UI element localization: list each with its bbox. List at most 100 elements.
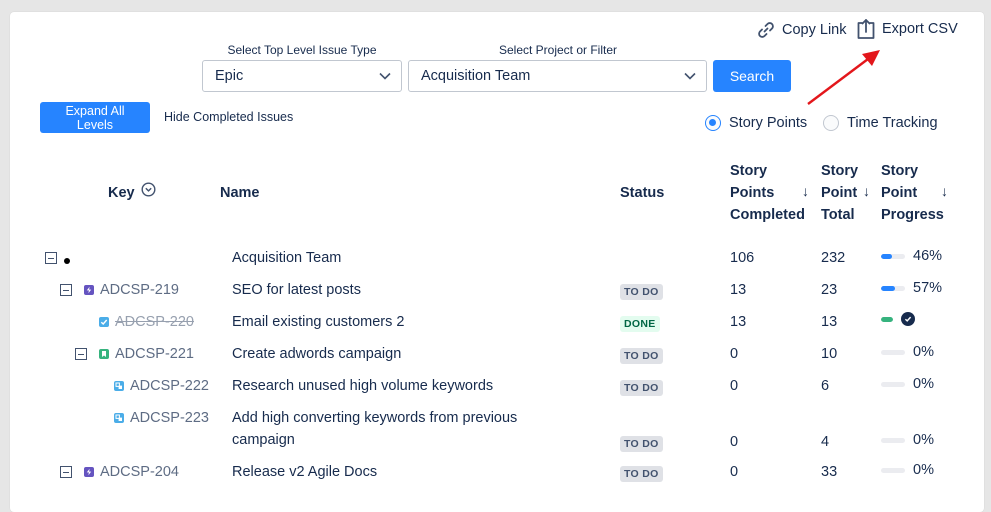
issue-name: SEO for latest posts bbox=[232, 279, 361, 301]
progress-bar bbox=[881, 437, 905, 443]
issue-key-link[interactable]: ADCSP-204 bbox=[100, 464, 179, 480]
progress-bar bbox=[881, 285, 905, 291]
export-csv-button[interactable]: Export CSV bbox=[856, 18, 958, 40]
points-completed: 0 bbox=[730, 378, 739, 394]
progress-percent: 0% bbox=[913, 462, 934, 478]
progress-percent: 0% bbox=[913, 432, 934, 448]
column-header-status[interactable]: Status bbox=[620, 182, 664, 204]
issue-name: Create adwords campaign bbox=[232, 343, 401, 365]
points-total: 23 bbox=[821, 282, 838, 298]
progress-bar bbox=[881, 316, 893, 322]
time-tracking-label: Time Tracking bbox=[847, 115, 938, 131]
check-circle-icon bbox=[901, 312, 915, 326]
points-total: 13 bbox=[821, 314, 838, 330]
progress-indicator: 0% bbox=[881, 432, 934, 448]
progress-bar bbox=[881, 253, 905, 259]
progress-percent: 57% bbox=[913, 280, 943, 296]
points-completed: 13 bbox=[730, 282, 747, 298]
collapse-toggle[interactable] bbox=[60, 466, 72, 478]
link-icon bbox=[756, 20, 776, 40]
progress-indicator: 0% bbox=[881, 344, 934, 360]
progress-indicator: 46% bbox=[881, 248, 942, 264]
issue-name: Add high converting keywords from previo… bbox=[232, 407, 517, 451]
issue-name-line: Create adwords campaign bbox=[232, 346, 402, 362]
story-points-label: Story Points bbox=[729, 115, 808, 131]
status-badge: TO DO bbox=[620, 380, 663, 396]
project-filter-select[interactable]: Acquisition Team bbox=[408, 60, 707, 92]
issue-key-link[interactable]: ADCSP-220 bbox=[115, 314, 194, 330]
progress-indicator: 0% bbox=[881, 462, 934, 478]
chevron-down-icon bbox=[379, 68, 391, 84]
points-completed: 106 bbox=[730, 250, 755, 266]
column-header-completed[interactable]: Story Points Completed bbox=[730, 160, 805, 226]
issue-name-line: campaign bbox=[232, 432, 295, 448]
collapse-toggle[interactable] bbox=[75, 348, 87, 360]
status-badge: TO DO bbox=[620, 436, 663, 452]
issue-type-value: Epic bbox=[215, 68, 244, 84]
progress-bar bbox=[881, 349, 905, 355]
sort-arrow-icon[interactable]: ↓ bbox=[941, 183, 948, 199]
sort-arrow-icon[interactable]: ↓ bbox=[802, 183, 809, 199]
issue-name: Release v2 Agile Docs bbox=[232, 461, 377, 483]
issue-name-line: Add high converting keywords from previo… bbox=[232, 410, 518, 426]
radio-unselected-icon bbox=[823, 115, 839, 131]
issue-name-line: Release v2 Agile Docs bbox=[232, 464, 378, 480]
export-csv-label: Export CSV bbox=[882, 21, 958, 37]
issue-key-link[interactable]: ADCSP-223 bbox=[130, 410, 209, 426]
points-completed: 0 bbox=[730, 346, 739, 362]
points-completed: 0 bbox=[730, 434, 739, 450]
header-line: Progress bbox=[881, 207, 944, 223]
progress-bar bbox=[881, 381, 905, 387]
issue-type-select[interactable]: Epic bbox=[202, 60, 402, 92]
expand-all-button[interactable]: Expand All Levels bbox=[40, 102, 150, 133]
search-button[interactable]: Search bbox=[713, 60, 791, 92]
story-points-radio[interactable]: Story Points bbox=[705, 115, 807, 131]
issue-type-label: Select Top Level Issue Type bbox=[227, 43, 377, 57]
column-header-name[interactable]: Name bbox=[220, 182, 260, 204]
header-line: Point bbox=[881, 185, 918, 201]
points-total: 6 bbox=[821, 378, 830, 394]
collapse-toggle[interactable] bbox=[60, 284, 72, 296]
column-header-progress[interactable]: Story Point Progress bbox=[881, 160, 944, 226]
subtask-type-icon bbox=[114, 381, 124, 391]
time-tracking-radio[interactable]: Time Tracking bbox=[823, 115, 938, 131]
progress-bar-fill bbox=[881, 285, 895, 291]
progress-indicator: 0% bbox=[881, 376, 934, 392]
issue-key-link[interactable]: ADCSP-219 bbox=[100, 282, 179, 298]
story-type-icon bbox=[99, 349, 109, 359]
status-badge: TO DO bbox=[620, 284, 663, 300]
issue-name-line: SEO for latest posts bbox=[232, 282, 361, 298]
radio-selected-icon bbox=[705, 115, 721, 131]
header-line: Completed bbox=[730, 207, 805, 223]
hide-completed-toggle[interactable]: Hide Completed Issues bbox=[164, 110, 293, 124]
report-card: Copy Link Export CSV Select Top Level Is… bbox=[10, 12, 984, 512]
points-total: 10 bbox=[821, 346, 838, 362]
header-line: Story bbox=[730, 163, 768, 179]
sort-arrow-icon[interactable]: ↓ bbox=[863, 183, 870, 199]
issue-key-link[interactable]: ADCSP-221 bbox=[115, 346, 194, 362]
points-total: 232 bbox=[821, 250, 846, 266]
collapse-toggle[interactable] bbox=[45, 252, 57, 264]
issue-name: Acquisition Team bbox=[232, 247, 341, 269]
column-header-key[interactable]: Key bbox=[108, 182, 156, 204]
epic-type-icon bbox=[84, 285, 94, 295]
epic-type-icon bbox=[84, 467, 94, 477]
issue-name-line: Acquisition Team bbox=[232, 250, 342, 266]
points-total: 33 bbox=[821, 464, 838, 480]
progress-percent: 46% bbox=[913, 248, 943, 264]
chevron-down-circle-icon bbox=[141, 182, 156, 204]
subtask-type-icon bbox=[114, 413, 124, 423]
points-completed: 13 bbox=[730, 314, 747, 330]
key-header-label: Key bbox=[108, 185, 135, 201]
points-total: 4 bbox=[821, 434, 830, 450]
header-line: Points bbox=[730, 185, 775, 201]
root-bullet-icon bbox=[64, 258, 70, 264]
issue-name: Email existing customers 2 bbox=[232, 311, 404, 333]
points-completed: 0 bbox=[730, 464, 739, 480]
export-icon bbox=[856, 18, 876, 40]
chevron-down-icon bbox=[684, 68, 696, 84]
copy-link-button[interactable]: Copy Link bbox=[756, 20, 846, 40]
issue-key-link[interactable]: ADCSP-222 bbox=[130, 378, 209, 394]
task-type-icon bbox=[99, 317, 109, 327]
column-header-total[interactable]: Story Point Total bbox=[821, 160, 858, 226]
